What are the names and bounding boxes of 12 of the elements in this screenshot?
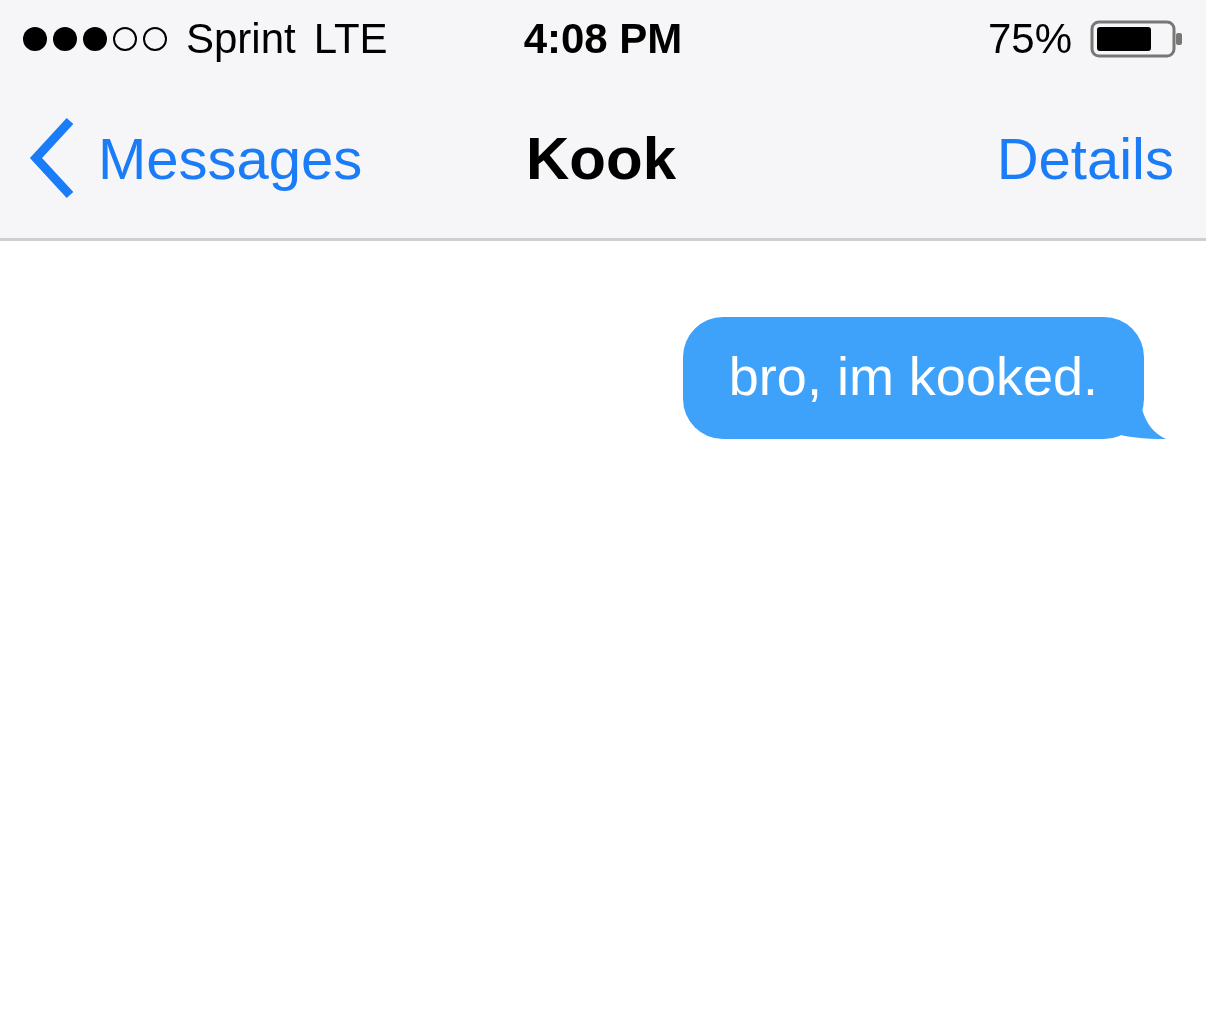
back-label[interactable]: Messages xyxy=(98,124,363,192)
battery-percentage: 75% xyxy=(987,15,1072,63)
details-link[interactable]: Details xyxy=(996,124,1174,192)
clock-time: 4:08 PM xyxy=(523,15,683,63)
message-bubble: bro, im kooked. xyxy=(682,317,1144,440)
battery-icon xyxy=(1090,20,1184,58)
back-button[interactable]: Messages xyxy=(28,117,363,199)
carrier-name: Sprint xyxy=(186,15,296,63)
signal-icon xyxy=(22,26,168,52)
back-chevron-icon xyxy=(28,117,76,199)
conversation-title: Kook xyxy=(526,123,676,193)
network-type: LTE xyxy=(313,15,388,63)
